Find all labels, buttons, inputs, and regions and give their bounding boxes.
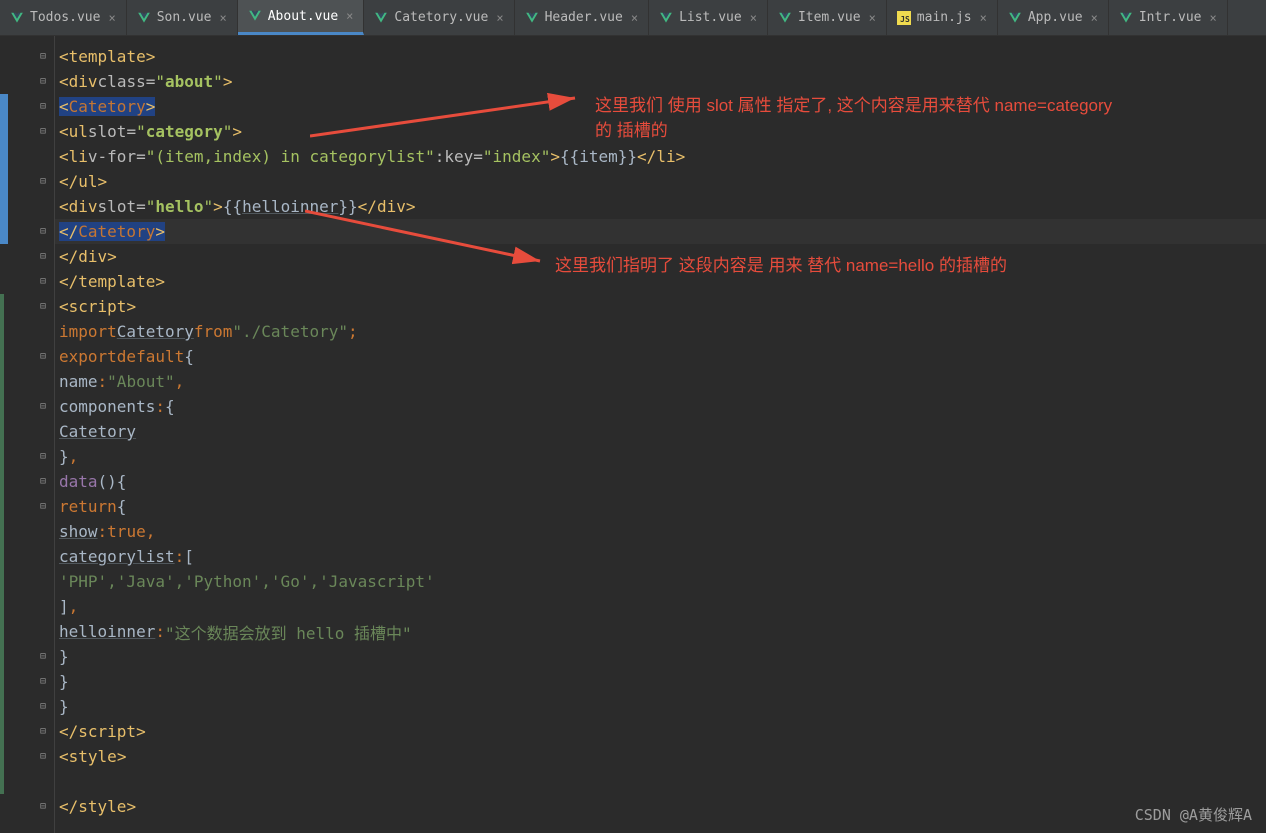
vue-icon [1008, 11, 1022, 25]
close-icon[interactable]: × [750, 11, 757, 25]
fold-icon[interactable]: ⊟ [40, 251, 46, 262]
fold-icon[interactable]: ⊟ [40, 276, 46, 287]
fold-icon[interactable]: ⊟ [40, 476, 46, 487]
annotation-text: 这里我们指明了 这段内容是 用来 替代 name=hello 的插槽的 [555, 251, 1175, 276]
vue-icon [659, 11, 673, 25]
arrow-icon [305, 206, 555, 276]
tab-about[interactable]: About.vue × [238, 0, 365, 35]
code-line: <script> [55, 294, 1266, 319]
js-icon: JS [897, 11, 911, 25]
tab-label: Son.vue [157, 10, 212, 25]
close-icon[interactable]: × [108, 11, 115, 25]
editor-tabs: Todos.vue × Son.vue × About.vue × Catetory.… [0, 0, 1266, 36]
code-line: data(){ [55, 469, 1266, 494]
tab-label: Item.vue [798, 10, 861, 25]
tab-todos[interactable]: Todos.vue × [0, 0, 127, 35]
code-line: }, [55, 444, 1266, 469]
code-line: </style> [55, 794, 1266, 819]
fold-icon[interactable]: ⊟ [40, 676, 46, 687]
arrow-icon [310, 86, 590, 146]
close-icon[interactable]: × [346, 9, 353, 23]
code-line: helloinner:"这个数据会放到 hello 插槽中" [55, 619, 1266, 644]
watermark: CSDN @A黄俊辉A [1135, 804, 1252, 825]
fold-icon[interactable]: ⊟ [40, 701, 46, 712]
close-icon[interactable]: × [496, 11, 503, 25]
tab-intr[interactable]: Intr.vue × [1109, 0, 1228, 35]
fold-icon[interactable]: ⊟ [40, 51, 46, 62]
fold-icon[interactable]: ⊟ [40, 651, 46, 662]
code-content[interactable]: <template> <div class="about"> <Catetory… [55, 36, 1266, 833]
fold-icon[interactable]: ⊟ [40, 501, 46, 512]
close-icon[interactable]: × [631, 11, 638, 25]
code-line: <li v-for="(item,index) in categorylist"… [55, 144, 1266, 169]
gutter: ⊟ ⊟ ⊟ ⊟ ⊟ ⊟ ⊟ ⊟ ⊟ ⊟ ⊟ ⊟ ⊟ ⊟ ⊟ ⊟ ⊟ ⊟ ⊟ ⊟ [0, 36, 55, 833]
tab-header[interactable]: Header.vue × [515, 0, 650, 35]
vcs-marker [0, 294, 4, 794]
close-icon[interactable]: × [869, 11, 876, 25]
vue-icon [10, 11, 24, 25]
tab-son[interactable]: Son.vue × [127, 0, 238, 35]
close-icon[interactable]: × [1209, 11, 1216, 25]
vue-icon [248, 9, 262, 23]
tab-item[interactable]: Item.vue × [768, 0, 887, 35]
fold-icon[interactable]: ⊟ [40, 301, 46, 312]
code-line: import Catetory from "./Catetory"; [55, 319, 1266, 344]
annotation-text: 这里我们 使用 slot 属性 指定了, 这个内容是用来替代 name=cate… [595, 91, 1125, 141]
vue-icon [374, 11, 388, 25]
fold-icon[interactable]: ⊟ [40, 351, 46, 362]
fold-icon[interactable]: ⊟ [40, 226, 46, 237]
tab-label: Header.vue [545, 10, 623, 25]
code-line: Catetory [55, 419, 1266, 444]
tab-label: About.vue [268, 9, 338, 24]
vue-icon [137, 11, 151, 25]
code-line: </ul> [55, 169, 1266, 194]
code-line: show:true, [55, 519, 1266, 544]
code-line: } [55, 694, 1266, 719]
code-line: return { [55, 494, 1266, 519]
tab-label: List.vue [679, 10, 742, 25]
code-line: <div slot="hello">{{helloinner}}</div> [55, 194, 1266, 219]
code-line: } [55, 669, 1266, 694]
code-line: ], [55, 594, 1266, 619]
tab-list[interactable]: List.vue × [649, 0, 768, 35]
fold-icon[interactable]: ⊟ [40, 76, 46, 87]
fold-icon[interactable]: ⊟ [40, 176, 46, 187]
close-icon[interactable]: × [219, 11, 226, 25]
fold-icon[interactable]: ⊟ [40, 801, 46, 812]
fold-icon[interactable]: ⊟ [40, 401, 46, 412]
code-line: 'PHP','Java','Python','Go','Javascript' [55, 569, 1266, 594]
tab-label: Catetory.vue [394, 10, 488, 25]
code-line: components:{ [55, 394, 1266, 419]
fold-icon[interactable]: ⊟ [40, 726, 46, 737]
code-line: categorylist:[ [55, 544, 1266, 569]
change-marker [0, 94, 8, 244]
close-icon[interactable]: × [1091, 11, 1098, 25]
tab-label: main.js [917, 10, 972, 25]
vue-icon [778, 11, 792, 25]
code-line: </script> [55, 719, 1266, 744]
tab-label: Todos.vue [30, 10, 100, 25]
fold-icon[interactable]: ⊟ [40, 451, 46, 462]
vue-icon [1119, 11, 1133, 25]
tab-catetory[interactable]: Catetory.vue × [364, 0, 514, 35]
fold-icon[interactable]: ⊟ [40, 101, 46, 112]
close-icon[interactable]: × [980, 11, 987, 25]
code-line: export default{ [55, 344, 1266, 369]
code-line: <template> [55, 44, 1266, 69]
vue-icon [525, 11, 539, 25]
code-line [55, 769, 1266, 794]
tab-label: Intr.vue [1139, 10, 1202, 25]
fold-icon[interactable]: ⊟ [40, 751, 46, 762]
code-line: <style> [55, 744, 1266, 769]
tab-app[interactable]: App.vue × [998, 0, 1109, 35]
fold-icon[interactable]: ⊟ [40, 126, 46, 137]
tab-mainjs[interactable]: JS main.js × [887, 0, 998, 35]
code-line: name:"About", [55, 369, 1266, 394]
tab-label: App.vue [1028, 10, 1083, 25]
editor-area: ⊟ ⊟ ⊟ ⊟ ⊟ ⊟ ⊟ ⊟ ⊟ ⊟ ⊟ ⊟ ⊟ ⊟ ⊟ ⊟ ⊟ ⊟ ⊟ ⊟ … [0, 36, 1266, 833]
code-line: } [55, 644, 1266, 669]
